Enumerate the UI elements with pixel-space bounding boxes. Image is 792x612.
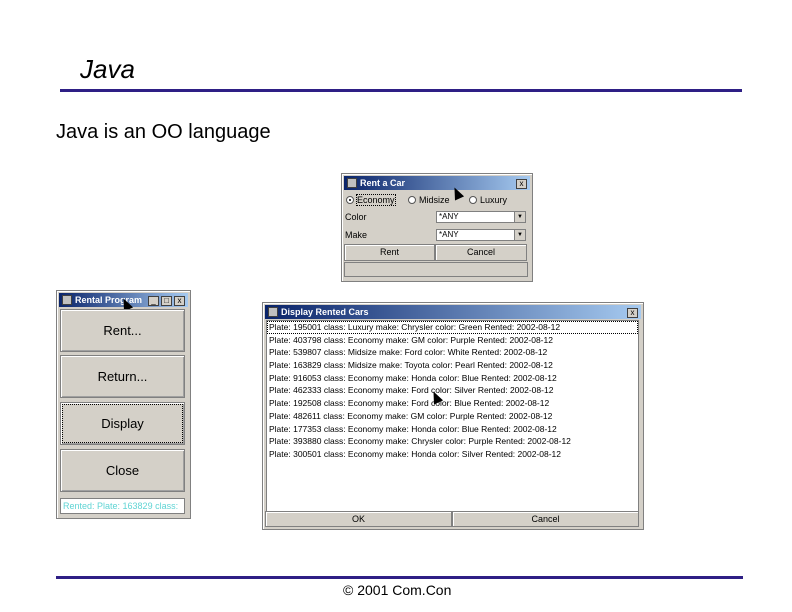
list-item[interactable]: Plate: 482611 class: Economy make: GM co… bbox=[267, 410, 638, 423]
slide-subtitle: Java is an OO language bbox=[56, 121, 271, 143]
java-window-icon bbox=[62, 295, 72, 305]
display-menu-button[interactable]: Display bbox=[60, 402, 185, 445]
close-icon[interactable]: x bbox=[627, 308, 638, 318]
rented-cars-list[interactable]: Plate: 195001 class: Luxury make: Chrysl… bbox=[266, 320, 639, 512]
list-item[interactable]: Plate: 462333 class: Economy make: Ford … bbox=[267, 384, 638, 397]
list-item[interactable]: Plate: 195001 class: Luxury make: Chrysl… bbox=[267, 321, 638, 334]
list-item[interactable]: Plate: 177353 class: Economy make: Honda… bbox=[267, 423, 638, 436]
maximize-icon[interactable]: □ bbox=[161, 296, 172, 306]
close-icon[interactable]: x bbox=[174, 296, 185, 306]
slide-title: Java bbox=[80, 54, 135, 84]
color-select-value: *ANY bbox=[439, 212, 459, 221]
midsize-radio[interactable] bbox=[408, 196, 416, 204]
title-divider bbox=[60, 89, 742, 92]
program-window-title: Rental Program bbox=[75, 295, 143, 305]
midsize-label: Midsize bbox=[419, 195, 450, 205]
return-menu-button[interactable]: Return... bbox=[60, 355, 185, 398]
status-field bbox=[344, 262, 528, 277]
cancel-button[interactable]: Cancel bbox=[435, 244, 527, 261]
close-menu-button[interactable]: Close bbox=[60, 449, 185, 492]
display-window-title: Display Rented Cars bbox=[281, 307, 369, 317]
list-item[interactable]: Plate: 393880 class: Economy make: Chrys… bbox=[267, 435, 638, 448]
rent-window-titlebar[interactable]: Rent a Car x bbox=[344, 176, 530, 190]
java-window-icon bbox=[268, 307, 278, 317]
chevron-down-icon[interactable]: ▼ bbox=[514, 212, 525, 222]
close-icon[interactable]: x bbox=[516, 179, 527, 189]
economy-label: Economy bbox=[356, 194, 396, 206]
display-window-titlebar[interactable]: Display Rented Cars x bbox=[265, 305, 641, 319]
color-select[interactable]: *ANY ▼ bbox=[436, 211, 526, 223]
cancel-button[interactable]: Cancel bbox=[452, 511, 639, 527]
luxury-label: Luxury bbox=[480, 195, 508, 205]
make-select[interactable]: *ANY ▼ bbox=[436, 229, 526, 241]
make-label: Make bbox=[345, 230, 368, 240]
list-item[interactable]: Plate: 539807 class: Midsize make: Ford … bbox=[267, 346, 638, 359]
ok-button[interactable]: OK bbox=[265, 511, 452, 527]
rent-button[interactable]: Rent bbox=[344, 244, 435, 261]
luxury-radio[interactable] bbox=[469, 196, 477, 204]
status-text: Rented: Plate: 163829 class: bbox=[60, 498, 185, 514]
list-item[interactable]: Plate: 192508 class: Economy make: Ford … bbox=[267, 397, 638, 410]
footer-divider bbox=[56, 576, 743, 579]
chevron-down-icon[interactable]: ▼ bbox=[514, 230, 525, 240]
list-item[interactable]: Plate: 163829 class: Midsize make: Toyot… bbox=[267, 359, 638, 372]
economy-radio[interactable] bbox=[346, 196, 354, 204]
rent-menu-button[interactable]: Rent... bbox=[60, 309, 185, 352]
java-window-icon bbox=[347, 178, 357, 188]
list-item[interactable]: Plate: 403798 class: Economy make: GM co… bbox=[267, 334, 638, 347]
color-label: Color bbox=[345, 212, 367, 222]
footer-copyright: © 2001 Com.Con bbox=[343, 582, 452, 598]
list-item[interactable]: Plate: 300501 class: Economy make: Honda… bbox=[267, 448, 638, 461]
make-select-value: *ANY bbox=[439, 230, 459, 239]
minimize-icon[interactable]: _ bbox=[148, 296, 159, 306]
rental-program-window: Rental Program _ □ x Rent... Return... D… bbox=[56, 290, 191, 519]
rent-window-title: Rent a Car bbox=[360, 178, 406, 188]
display-rented-cars-window: Display Rented Cars x Plate: 195001 clas… bbox=[262, 302, 644, 530]
list-item[interactable]: Plate: 916053 class: Economy make: Honda… bbox=[267, 372, 638, 385]
rent-a-car-window: Rent a Car x Economy Midsize Luxury Colo… bbox=[341, 173, 533, 282]
